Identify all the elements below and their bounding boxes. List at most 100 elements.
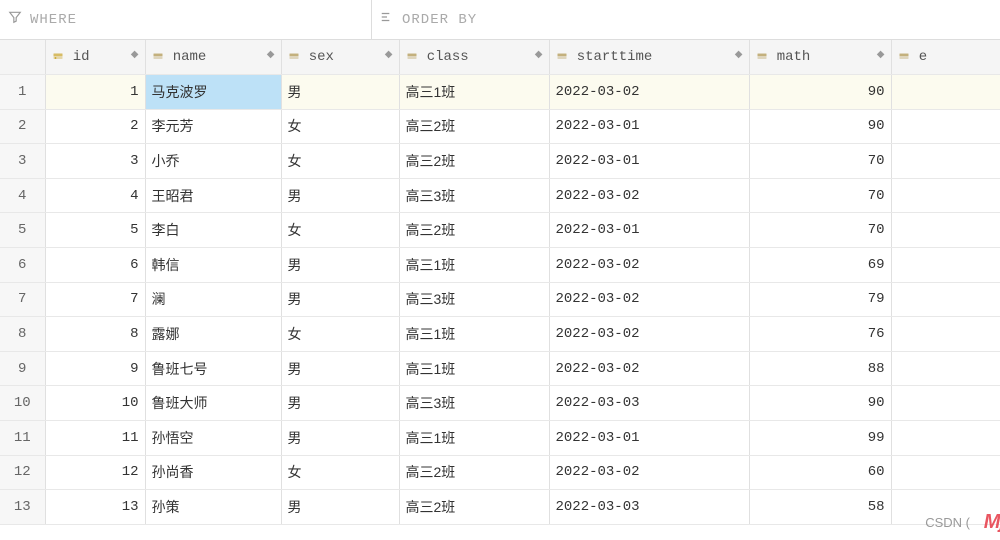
column-header-name[interactable]: name ◆ xyxy=(145,40,281,75)
sort-handle-icon[interactable]: ◆ xyxy=(535,49,543,61)
cell-starttime[interactable]: 2022-03-01 xyxy=(549,421,749,456)
cell-name[interactable]: 李白 xyxy=(145,213,281,248)
cell-math[interactable]: 90 xyxy=(749,386,891,421)
cell-math[interactable]: 88 xyxy=(749,351,891,386)
cell-math[interactable]: 70 xyxy=(749,178,891,213)
cell-id[interactable]: 10 xyxy=(45,386,145,421)
cell-starttime[interactable]: 2022-03-02 xyxy=(549,75,749,110)
cell-class[interactable]: 高三1班 xyxy=(399,75,549,110)
table-row[interactable]: 33小乔女高三2班2022-03-0170 xyxy=(0,144,1000,179)
column-header-class[interactable]: class ◆ xyxy=(399,40,549,75)
column-header-starttime[interactable]: starttime ◆ xyxy=(549,40,749,75)
cell-name[interactable]: 鲁班大师 xyxy=(145,386,281,421)
column-header-extra[interactable]: e xyxy=(891,40,1000,75)
cell-math[interactable]: 60 xyxy=(749,455,891,490)
table-row[interactable]: 1313孙策男高三2班2022-03-0358 xyxy=(0,490,1000,525)
cell-extra[interactable] xyxy=(891,282,1000,317)
cell-id[interactable]: 5 xyxy=(45,213,145,248)
row-number[interactable]: 3 xyxy=(0,144,45,179)
cell-extra[interactable] xyxy=(891,455,1000,490)
cell-extra[interactable] xyxy=(891,178,1000,213)
row-number[interactable]: 11 xyxy=(0,421,45,456)
table-row[interactable]: 77澜男高三3班2022-03-0279 xyxy=(0,282,1000,317)
cell-sex[interactable]: 女 xyxy=(281,144,399,179)
row-number[interactable]: 10 xyxy=(0,386,45,421)
rownum-header[interactable] xyxy=(0,40,45,75)
cell-id[interactable]: 7 xyxy=(45,282,145,317)
table-row[interactable]: 1111孙悟空男高三1班2022-03-0199 xyxy=(0,421,1000,456)
cell-name[interactable]: 露娜 xyxy=(145,317,281,352)
row-number[interactable]: 2 xyxy=(0,109,45,144)
cell-math[interactable]: 69 xyxy=(749,248,891,283)
cell-class[interactable]: 高三2班 xyxy=(399,455,549,490)
orderby-clause-input[interactable]: ORDER BY xyxy=(372,0,1000,39)
cell-starttime[interactable]: 2022-03-02 xyxy=(549,248,749,283)
cell-id[interactable]: 2 xyxy=(45,109,145,144)
table-row[interactable]: 55李白女高三2班2022-03-0170 xyxy=(0,213,1000,248)
cell-class[interactable]: 高三1班 xyxy=(399,248,549,283)
cell-sex[interactable]: 男 xyxy=(281,248,399,283)
row-number[interactable]: 4 xyxy=(0,178,45,213)
row-number[interactable]: 1 xyxy=(0,75,45,110)
cell-starttime[interactable]: 2022-03-03 xyxy=(549,386,749,421)
cell-name[interactable]: 孙尚香 xyxy=(145,455,281,490)
cell-class[interactable]: 高三1班 xyxy=(399,351,549,386)
cell-starttime[interactable]: 2022-03-02 xyxy=(549,282,749,317)
cell-class[interactable]: 高三2班 xyxy=(399,213,549,248)
table-row[interactable]: 11马克波罗男高三1班2022-03-0290 xyxy=(0,75,1000,110)
cell-extra[interactable] xyxy=(891,386,1000,421)
cell-extra[interactable] xyxy=(891,109,1000,144)
cell-math[interactable]: 58 xyxy=(749,490,891,525)
cell-id[interactable]: 9 xyxy=(45,351,145,386)
where-clause-input[interactable]: WHERE xyxy=(0,0,372,39)
row-number[interactable]: 12 xyxy=(0,455,45,490)
cell-class[interactable]: 高三3班 xyxy=(399,386,549,421)
cell-extra[interactable] xyxy=(891,75,1000,110)
row-number[interactable]: 8 xyxy=(0,317,45,352)
cell-name[interactable]: 马克波罗 xyxy=(145,75,281,110)
column-header-id[interactable]: id ◆ xyxy=(45,40,145,75)
cell-extra[interactable] xyxy=(891,421,1000,456)
cell-name[interactable]: 小乔 xyxy=(145,144,281,179)
cell-class[interactable]: 高三3班 xyxy=(399,178,549,213)
cell-id[interactable]: 3 xyxy=(45,144,145,179)
cell-extra[interactable] xyxy=(891,144,1000,179)
table-row[interactable]: 66韩信男高三1班2022-03-0269 xyxy=(0,248,1000,283)
cell-math[interactable]: 79 xyxy=(749,282,891,317)
cell-extra[interactable] xyxy=(891,213,1000,248)
cell-name[interactable]: 王昭君 xyxy=(145,178,281,213)
cell-name[interactable]: 李元芳 xyxy=(145,109,281,144)
sort-handle-icon[interactable]: ◆ xyxy=(735,49,743,61)
cell-starttime[interactable]: 2022-03-01 xyxy=(549,144,749,179)
row-number[interactable]: 6 xyxy=(0,248,45,283)
cell-id[interactable]: 8 xyxy=(45,317,145,352)
cell-sex[interactable]: 女 xyxy=(281,213,399,248)
cell-sex[interactable]: 男 xyxy=(281,178,399,213)
cell-sex[interactable]: 男 xyxy=(281,351,399,386)
sort-handle-icon[interactable]: ◆ xyxy=(131,49,139,61)
row-number[interactable]: 9 xyxy=(0,351,45,386)
sort-handle-icon[interactable]: ◆ xyxy=(267,49,275,61)
cell-math[interactable]: 76 xyxy=(749,317,891,352)
cell-sex[interactable]: 女 xyxy=(281,109,399,144)
cell-extra[interactable] xyxy=(891,351,1000,386)
cell-class[interactable]: 高三3班 xyxy=(399,282,549,317)
cell-starttime[interactable]: 2022-03-02 xyxy=(549,455,749,490)
cell-sex[interactable]: 男 xyxy=(281,386,399,421)
cell-name[interactable]: 孙策 xyxy=(145,490,281,525)
cell-sex[interactable]: 男 xyxy=(281,490,399,525)
cell-extra[interactable] xyxy=(891,317,1000,352)
cell-class[interactable]: 高三2班 xyxy=(399,109,549,144)
cell-sex[interactable]: 女 xyxy=(281,317,399,352)
cell-math[interactable]: 90 xyxy=(749,109,891,144)
cell-name[interactable]: 孙悟空 xyxy=(145,421,281,456)
row-number[interactable]: 5 xyxy=(0,213,45,248)
cell-name[interactable]: 鲁班七号 xyxy=(145,351,281,386)
cell-starttime[interactable]: 2022-03-03 xyxy=(549,490,749,525)
column-header-sex[interactable]: sex ◆ xyxy=(281,40,399,75)
cell-sex[interactable]: 女 xyxy=(281,455,399,490)
table-row[interactable]: 88露娜女高三1班2022-03-0276 xyxy=(0,317,1000,352)
cell-math[interactable]: 90 xyxy=(749,75,891,110)
cell-sex[interactable]: 男 xyxy=(281,75,399,110)
cell-math[interactable]: 70 xyxy=(749,144,891,179)
